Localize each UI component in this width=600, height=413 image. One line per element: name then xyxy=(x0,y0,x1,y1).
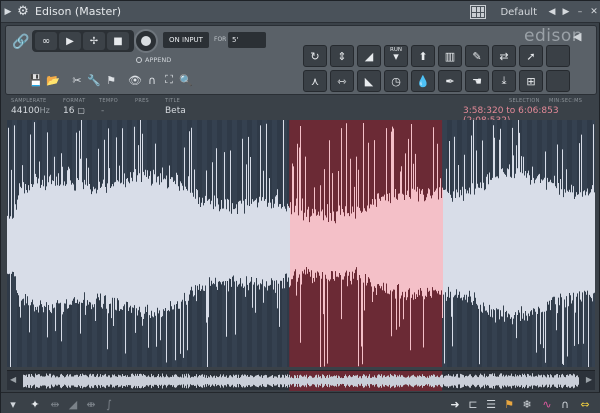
preset-name[interactable]: Default xyxy=(500,7,537,18)
edison-window: ▶ ⚙ Edison (Master) Default ◀ ▶ – ✕ 🔗 ∞ … xyxy=(0,0,600,413)
slope-icon[interactable]: ◢ xyxy=(65,396,81,412)
transport-controls: ∞ ▶ ✢ ■ xyxy=(32,30,134,52)
hand-icon[interactable]: ☚ xyxy=(465,70,489,92)
append-label: APPEND xyxy=(145,56,172,64)
gear-icon[interactable]: ⚙ xyxy=(15,1,31,23)
swap-icon[interactable]: ⇄ xyxy=(492,45,516,67)
run-script-button[interactable]: RUN ▾ xyxy=(384,45,408,67)
format-icon: ▢ xyxy=(77,106,85,115)
piano-roll-icon[interactable] xyxy=(470,5,487,19)
tune-icon[interactable]: ✎ xyxy=(465,45,489,67)
curve-icon[interactable]: ∫ xyxy=(101,396,117,412)
record-button[interactable] xyxy=(134,29,158,53)
snap-icon[interactable]: ⇹ xyxy=(47,396,63,412)
insert-icon[interactable]: ⊞ xyxy=(519,70,543,92)
feather-icon[interactable]: ✒ xyxy=(438,70,462,92)
samplerate-label: SAMPLERATE xyxy=(11,98,47,104)
marker-icon[interactable]: ⚑ xyxy=(103,72,119,88)
headphones-icon[interactable]: ∩ xyxy=(557,396,573,412)
drop-icon[interactable]: 💧 xyxy=(411,70,435,92)
magnet-icon[interactable]: ∩ xyxy=(144,72,160,88)
cursor-icon[interactable]: ➚ xyxy=(519,45,543,67)
loop-icon[interactable]: ∞ xyxy=(35,32,57,50)
arrow-right-icon[interactable]: ➜ xyxy=(447,396,463,412)
open-icon[interactable]: 📂 xyxy=(45,72,61,88)
tempo-value[interactable]: - xyxy=(101,106,104,116)
waveform xyxy=(7,120,595,367)
window-title: Edison (Master) xyxy=(35,5,122,18)
play-icon[interactable]: ▶ xyxy=(59,32,81,50)
close-icon[interactable]: ✕ xyxy=(587,1,600,23)
eye-icon[interactable]: 👁 xyxy=(127,72,143,88)
menu-arrow-icon[interactable]: ▾ xyxy=(5,396,21,412)
effect-buttons: ↻ ⇕ ◢ RUN ▾ ⬆ ▥ ✎ ⇄ ➚ ⋏ ⇿ ◣ ◷ 💧 ✒ ☚ ⤓ ⊞ xyxy=(303,45,570,92)
preset-prev-icon[interactable]: ◀ xyxy=(545,1,559,23)
zoom-fit-icon[interactable]: ⛶ xyxy=(161,72,177,88)
record-icon xyxy=(141,36,151,46)
stretch-icon[interactable]: ⇔ xyxy=(577,396,593,412)
selection-label: SELECTION xyxy=(509,98,540,104)
fade-out-icon[interactable]: ◣ xyxy=(357,70,381,92)
reverse-icon[interactable]: ↻ xyxy=(303,45,327,67)
overview-scrollbar[interactable]: ◀ ▶ xyxy=(7,370,595,391)
pres-label: PRES xyxy=(135,98,150,104)
time-format-label: MIN:SEC:MS xyxy=(549,98,583,104)
list-icon[interactable]: ☰ xyxy=(483,396,499,412)
info-labels: SAMPLERATE FORMAT TEMPO PRES TITLE SELEC… xyxy=(11,98,593,106)
overview-path xyxy=(23,373,579,389)
split-view-icon[interactable]: ⊏ xyxy=(465,396,481,412)
scroll-right-icon[interactable]: ▶ xyxy=(586,375,592,384)
trim-icon[interactable]: ⇿ xyxy=(330,70,354,92)
rocket-icon[interactable]: ⬆ xyxy=(411,45,435,67)
file-tools: 💾 📂 ✂ 🔧 ⚑ 👁 ∩ ⛶ 🔍 xyxy=(28,72,194,88)
run-label: RUN xyxy=(390,47,402,53)
clock-icon[interactable]: ◷ xyxy=(384,70,408,92)
on-input-select[interactable]: ON INPUT xyxy=(163,32,209,48)
collapse-arrow-icon[interactable]: ▶ xyxy=(1,1,15,23)
radio-icon xyxy=(136,57,142,63)
info-values: 44100Hz 16 ▢ - Beta 3:58:320 to 6:06:853… xyxy=(11,106,593,126)
append-toggle[interactable]: APPEND xyxy=(136,56,171,64)
empty-slot xyxy=(546,45,570,67)
save-icon[interactable]: 💾 xyxy=(28,72,44,88)
overview-waveform xyxy=(23,371,579,391)
snowflake-icon[interactable]: ❄ xyxy=(519,396,535,412)
export-icon[interactable]: ⤓ xyxy=(492,70,516,92)
stop-icon[interactable]: ■ xyxy=(107,32,129,50)
speaker-icon[interactable]: ◀ xyxy=(573,30,581,43)
format-value[interactable]: 16 ▢ xyxy=(63,106,85,116)
range-icon[interactable]: ⇼ xyxy=(83,396,99,412)
bottom-toolbar: ▾ ✦ ⇹ ◢ ⇼ ∫ ➜ ⊏ ☰ ⚑ ❄ ∿ ∩ ⇔ xyxy=(1,392,600,413)
scroll-left-icon[interactable]: ◀ xyxy=(10,375,16,384)
empty-slot xyxy=(546,70,570,92)
samplerate-value[interactable]: 44100Hz xyxy=(11,106,50,116)
zoom-icon[interactable]: 🔍 xyxy=(178,72,194,88)
preset-next-icon[interactable]: ▶ xyxy=(559,1,573,23)
normalize-icon[interactable]: ⇕ xyxy=(330,45,354,67)
tempo-label: TEMPO xyxy=(99,98,118,104)
split-icon[interactable]: ⋏ xyxy=(303,70,327,92)
link-icon[interactable]: 🔗 xyxy=(12,34,29,50)
title-bar: ▶ ⚙ Edison (Master) Default ◀ ▶ – ✕ xyxy=(1,1,600,23)
title-label: TITLE xyxy=(165,98,181,104)
sine-icon[interactable]: ∿ xyxy=(539,396,555,412)
fade-in-icon[interactable]: ◢ xyxy=(357,45,381,67)
minimize-icon[interactable]: – xyxy=(573,1,587,23)
wrench-icon[interactable]: 🔧 xyxy=(86,72,102,88)
add-marker-icon[interactable]: ✦ xyxy=(27,396,43,412)
for-label: FOR xyxy=(214,36,227,43)
toolbar: 🔗 ∞ ▶ ✢ ■ ON INPUT FOR 5' APPEND 💾 📂 ✂ 🔧… xyxy=(5,25,597,95)
spectrum-icon[interactable]: ▥ xyxy=(438,45,462,67)
fan-icon[interactable]: ✢ xyxy=(83,32,105,50)
cut-icon[interactable]: ✂ xyxy=(69,72,85,88)
for-value-select[interactable]: 5' xyxy=(228,32,266,48)
format-label: FORMAT xyxy=(63,98,86,104)
waveform-view[interactable] xyxy=(7,120,595,367)
title-value[interactable]: Beta xyxy=(165,106,186,116)
flag-icon[interactable]: ⚑ xyxy=(501,396,517,412)
